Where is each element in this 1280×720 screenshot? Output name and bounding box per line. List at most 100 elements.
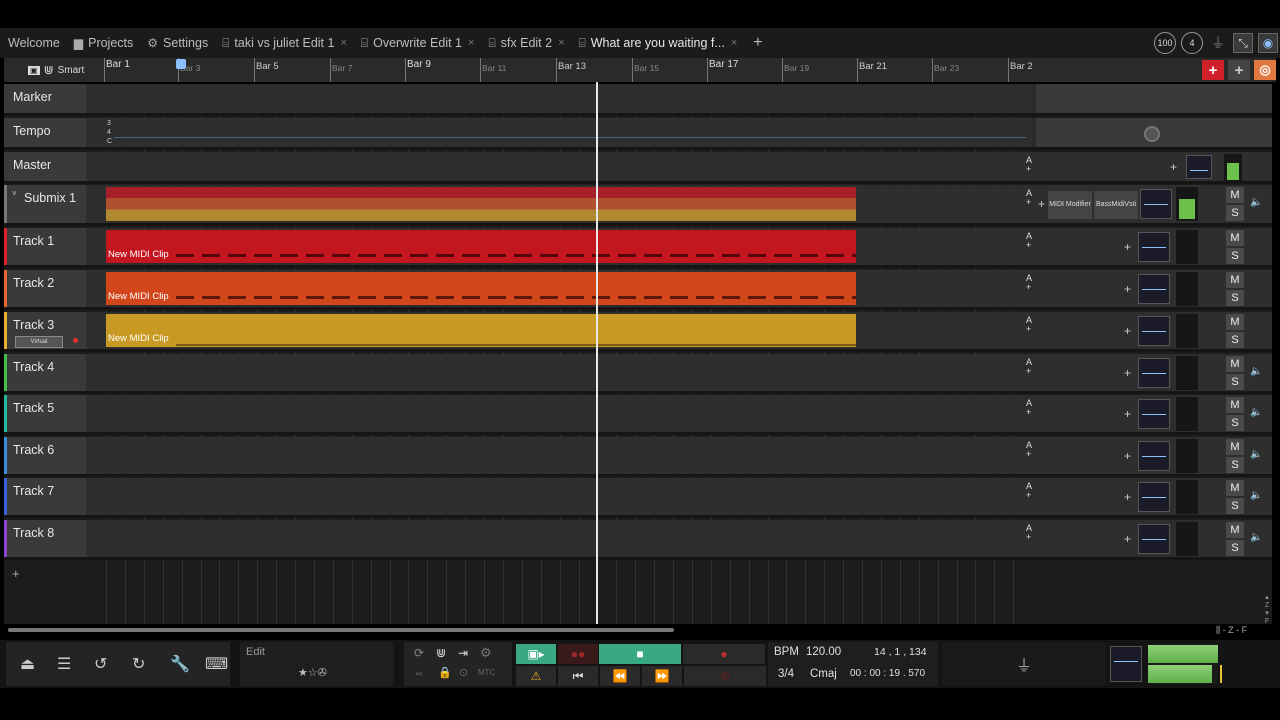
- track-output-thumbnail[interactable]: [1138, 441, 1170, 471]
- track-row-10[interactable]: Track 7 A + + M S 🔈: [4, 478, 1272, 518]
- submix-clip[interactable]: [106, 187, 856, 221]
- track-header[interactable]: Submix 1 ˅: [4, 185, 86, 223]
- automation-icon[interactable]: A +: [1026, 482, 1032, 500]
- automation-icon[interactable]: A +: [1026, 399, 1032, 417]
- track-row-4[interactable]: Track 1 New MIDI Clip A + + M S: [4, 228, 1272, 268]
- solo-button[interactable]: S: [1226, 332, 1244, 348]
- track-row-0[interactable]: Marker: [4, 84, 1272, 116]
- rewind-to-start-button[interactable]: ⏮: [558, 666, 598, 686]
- collapse-icon[interactable]: ˅: [12, 189, 17, 198]
- track-output-thumbnail[interactable]: [1138, 524, 1170, 554]
- record-target-icon[interactable]: ◎: [1254, 60, 1276, 80]
- automation-icon[interactable]: A +: [1026, 156, 1032, 174]
- speaker-icon[interactable]: 🔈: [1250, 197, 1262, 208]
- solo-button[interactable]: S: [1226, 457, 1244, 473]
- track-lane[interactable]: [86, 118, 1032, 147]
- mute-button[interactable]: M: [1226, 480, 1244, 496]
- track-lane[interactable]: [86, 520, 1032, 557]
- track-header[interactable]: Track 3 Virtual: [4, 312, 86, 349]
- stop-button[interactable]: ■: [599, 644, 681, 664]
- magnet-icon[interactable]: ⋓: [44, 63, 54, 77]
- close-icon[interactable]: ×: [558, 37, 564, 49]
- plugin-icon[interactable]: ⏚: [1016, 652, 1032, 676]
- tab-6[interactable]: ⌸ What are you waiting f... ×: [571, 28, 744, 58]
- track-row-1[interactable]: Tempo 3 4 C: [4, 118, 1272, 150]
- master-output-thumbnail[interactable]: [1110, 646, 1142, 682]
- midi-clip[interactable]: New MIDI Clip: [106, 314, 856, 347]
- midi-clip[interactable]: New MIDI Clip: [106, 230, 856, 263]
- horizontal-scrollbar[interactable]: [8, 628, 674, 632]
- solo-button[interactable]: S: [1226, 374, 1244, 390]
- track-row-2[interactable]: Master A + +: [4, 152, 1272, 184]
- add-plugin-plus-icon[interactable]: +: [1124, 449, 1131, 463]
- track-row-11[interactable]: Track 8 A + + M S 🔈: [4, 520, 1272, 560]
- mute-button[interactable]: M: [1226, 356, 1244, 372]
- track-header[interactable]: Track 7: [4, 478, 86, 515]
- mute-button[interactable]: M: [1226, 272, 1244, 288]
- track-row-9[interactable]: Track 6 A + + M S 🔈: [4, 437, 1272, 477]
- track-output-thumbnail[interactable]: [1138, 316, 1170, 346]
- solo-button[interactable]: S: [1226, 415, 1244, 431]
- plug-icon[interactable]: ⏚: [1208, 33, 1228, 53]
- close-icon[interactable]: ×: [731, 37, 737, 49]
- zoom-down-icon[interactable]: ▾: [1262, 610, 1272, 618]
- record-button[interactable]: ●: [683, 644, 765, 664]
- time-signature[interactable]: 3/4: [778, 668, 794, 680]
- loop-icon[interactable]: ⟳: [414, 646, 424, 660]
- add-plugin-plus-icon[interactable]: +: [1124, 490, 1131, 504]
- metronome-icon[interactable]: ⚙: [480, 645, 492, 661]
- track-header[interactable]: Track 8: [4, 520, 86, 557]
- solo-button[interactable]: S: [1226, 248, 1244, 264]
- tab-1[interactable]: ▆ Projects: [66, 28, 139, 58]
- record-disabled-button[interactable]: ●●: [558, 644, 598, 664]
- track-row-5[interactable]: Track 2 New MIDI Clip A + + M S: [4, 270, 1272, 310]
- mute-button[interactable]: M: [1226, 187, 1244, 203]
- track-output-thumbnail[interactable]: [1138, 482, 1170, 512]
- key-signature[interactable]: Cmaj: [810, 668, 837, 680]
- automation-icon[interactable]: A +: [1026, 358, 1032, 376]
- midi-clip[interactable]: New MIDI Clip: [106, 272, 856, 305]
- add-plugin-plus-icon[interactable]: +: [1124, 407, 1131, 421]
- undo-icon[interactable]: ↺: [94, 654, 107, 674]
- track-row-7[interactable]: Track 4 A + + M S 🔈: [4, 354, 1272, 394]
- add-plugin-plus-icon[interactable]: +: [1124, 324, 1131, 338]
- track-lane[interactable]: [86, 354, 1032, 391]
- rating-stars[interactable]: ★☆✇: [298, 666, 327, 679]
- zoom-up-icon[interactable]: ▴: [1262, 594, 1272, 602]
- tempo-line[interactable]: [114, 137, 1026, 138]
- playhead[interactable]: [596, 82, 598, 624]
- solo-button[interactable]: S: [1226, 498, 1244, 514]
- track-output-thumbnail[interactable]: [1186, 155, 1212, 179]
- tab-3[interactable]: ⌸ taki vs juliet Edit 1 ×: [214, 28, 353, 58]
- mute-button[interactable]: M: [1226, 522, 1244, 538]
- lock-icon[interactable]: 🔒: [438, 666, 452, 679]
- wrench-icon[interactable]: 🔧: [170, 654, 190, 674]
- position-display[interactable]: 14 , 1 , 134: [874, 646, 927, 658]
- tab-0[interactable]: Welcome: [0, 28, 66, 58]
- track-row-6[interactable]: Track 3 Virtual New MIDI Clip A + + M S: [4, 312, 1272, 352]
- snap-mode-label[interactable]: Smart: [58, 65, 85, 76]
- mute-button[interactable]: M: [1226, 230, 1244, 246]
- export-icon[interactable]: ⏏: [20, 654, 35, 674]
- track-header[interactable]: Track 1: [4, 228, 86, 265]
- track-header[interactable]: Tempo: [4, 118, 86, 147]
- add-plugin-plus-icon[interactable]: +: [1170, 160, 1177, 174]
- speaker-icon[interactable]: 🔈: [1250, 366, 1262, 377]
- record-arm-icon[interactable]: [73, 338, 78, 343]
- add-track-button[interactable]: +: [1202, 60, 1224, 80]
- auto-record-button[interactable]: ▣▸: [516, 644, 556, 664]
- loop-record-button[interactable]: ⊘: [684, 666, 766, 686]
- track-row-3[interactable]: Submix 1 ˅ A + + MIDI Modifier BassMidiVsti M S 🔈: [4, 185, 1272, 226]
- speaker-icon[interactable]: 🔈: [1250, 449, 1262, 460]
- new-tab-plus-icon[interactable]: +: [753, 34, 762, 52]
- add-plugin-plus-icon[interactable]: +: [1038, 197, 1045, 211]
- snap-magnet-icon[interactable]: ⋓: [436, 646, 446, 660]
- track-header[interactable]: Marker: [4, 84, 86, 113]
- mute-button[interactable]: M: [1226, 314, 1244, 330]
- mute-button[interactable]: M: [1226, 439, 1244, 455]
- add-plugin-plus-icon[interactable]: +: [1124, 240, 1131, 254]
- track-lane[interactable]: [86, 84, 1032, 113]
- mute-button[interactable]: M: [1226, 397, 1244, 413]
- fast-forward-button[interactable]: ⏩: [642, 666, 682, 686]
- track-output-thumbnail[interactable]: [1138, 232, 1170, 262]
